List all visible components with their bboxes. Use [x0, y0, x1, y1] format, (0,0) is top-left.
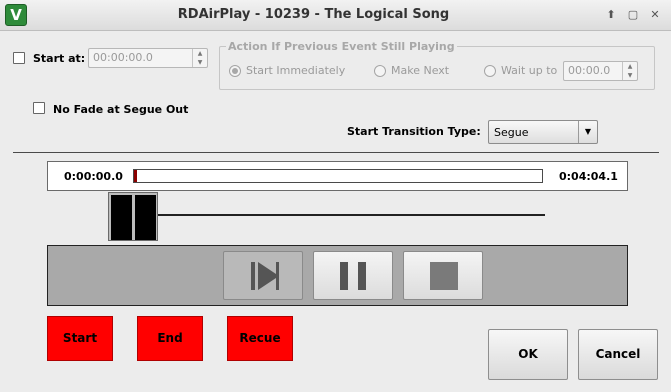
- position-bar: [133, 169, 543, 183]
- start-immediately-radio[interactable]: [229, 65, 241, 77]
- chevron-down-icon[interactable]: ▼: [578, 121, 597, 143]
- transition-type-select[interactable]: Segue ▼: [488, 120, 598, 144]
- play-button[interactable]: [223, 251, 303, 300]
- stop-icon: [430, 262, 458, 290]
- make-next-radio[interactable]: [374, 65, 386, 77]
- window-title: RDAirPlay - 10239 - The Logical Song: [177, 7, 450, 22]
- start-at-time-value: 00:00:00.0: [93, 51, 153, 64]
- transition-type-value: Segue: [494, 126, 529, 139]
- close-icon[interactable]: ✕: [646, 6, 664, 24]
- spin-arrows-icon[interactable]: ▲ ▼: [192, 49, 207, 67]
- keep-above-icon[interactable]: ⬆: [602, 6, 620, 24]
- separator: [13, 152, 659, 153]
- no-fade-checkbox[interactable]: [33, 102, 45, 114]
- position-slider-track[interactable]: [110, 214, 545, 216]
- previous-event-group-title: Action If Previous Event Still Playing: [226, 40, 457, 53]
- cancel-button[interactable]: Cancel: [578, 329, 658, 380]
- transition-type-label: Start Transition Type:: [347, 125, 481, 138]
- spin-arrows-icon[interactable]: ▲ ▼: [622, 62, 637, 80]
- position-start-time: 0:00:00.0: [64, 170, 123, 183]
- pause-icon: [340, 262, 366, 290]
- no-fade-label: No Fade at Segue Out: [53, 103, 189, 116]
- stop-button[interactable]: [403, 251, 483, 300]
- play-to-marker-icon: [251, 262, 279, 290]
- start-at-time-field[interactable]: 00:00:00.0 ▲ ▼: [88, 48, 208, 68]
- maximize-icon[interactable]: ▢: [624, 6, 642, 24]
- pause-button[interactable]: [313, 251, 393, 300]
- wait-up-to-value: 00:00.0: [568, 64, 611, 77]
- ok-button[interactable]: OK: [488, 329, 568, 380]
- position-marker: [134, 170, 137, 182]
- slider-handle-block: [111, 195, 132, 240]
- position-slider-handle[interactable]: [108, 192, 158, 241]
- make-next-label: Make Next: [391, 64, 450, 77]
- start-at-label: Start at:: [33, 52, 86, 65]
- start-at-checkbox[interactable]: [13, 52, 25, 64]
- wait-up-to-label: Wait up to: [501, 64, 558, 77]
- start-marker-button[interactable]: Start: [47, 316, 113, 361]
- position-end-time: 0:04:04.1: [559, 170, 618, 183]
- start-immediately-label: Start Immediately: [246, 64, 346, 77]
- wait-up-to-radio[interactable]: [484, 65, 496, 77]
- slider-handle-block: [135, 195, 156, 240]
- wait-up-to-field[interactable]: 00:00.0 ▲ ▼: [563, 61, 638, 81]
- end-marker-button[interactable]: End: [137, 316, 203, 361]
- recue-button[interactable]: Recue: [227, 316, 293, 361]
